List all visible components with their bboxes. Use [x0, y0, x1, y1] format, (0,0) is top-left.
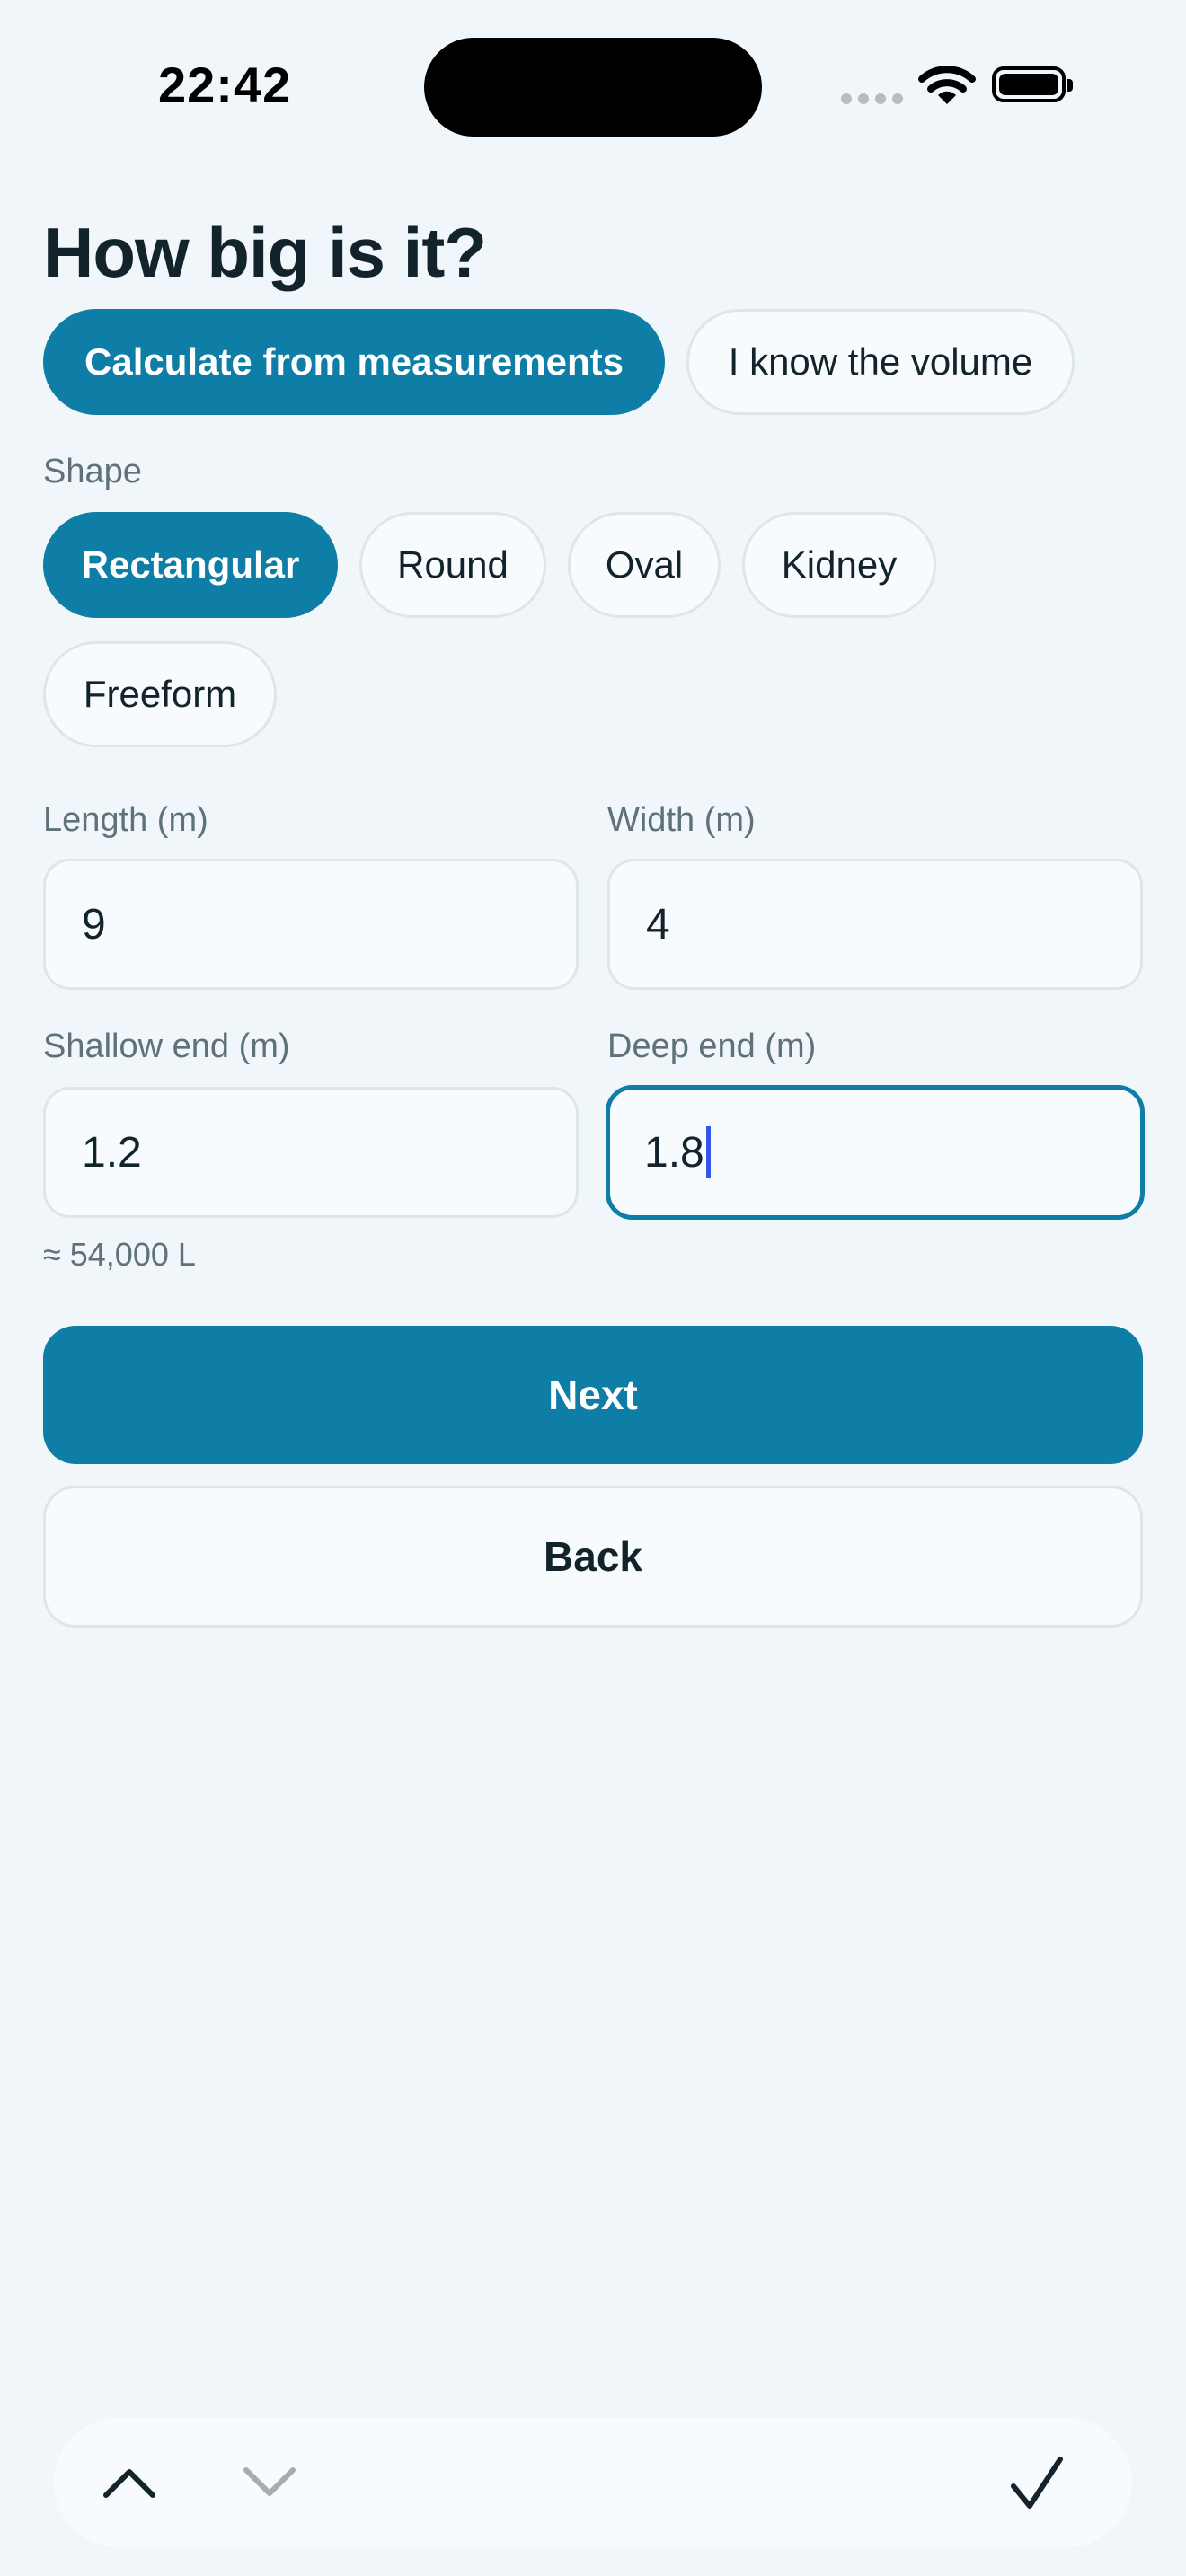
length-input[interactable]: 9: [43, 859, 579, 990]
status-time: 22:42: [158, 57, 292, 113]
mode-measurements-button[interactable]: Calculate from measurements: [43, 309, 665, 415]
volume-estimate: ≈ 54,000 L: [43, 1236, 196, 1273]
deep-end-label: Deep end (m): [607, 1028, 817, 1065]
chevron-up-icon: [103, 2469, 155, 2498]
cellular-signal-icon: [841, 93, 903, 104]
deep-end-input[interactable]: 1.8: [606, 1085, 1145, 1220]
page-title: How big is it?: [43, 213, 487, 292]
keyboard-toolbar: [54, 2418, 1132, 2547]
mode-volume-button[interactable]: I know the volume: [686, 309, 1075, 415]
shape-option-kidney[interactable]: Kidney: [742, 512, 936, 618]
width-value: 4: [646, 900, 670, 948]
chevron-down-icon: [243, 2467, 296, 2496]
width-input[interactable]: 4: [607, 859, 1143, 990]
next-button[interactable]: Next: [43, 1326, 1143, 1464]
previous-field-button[interactable]: [75, 2418, 183, 2547]
deep-end-value: 1.8: [644, 1128, 704, 1177]
battery-icon: [992, 66, 1073, 102]
done-button[interactable]: [983, 2418, 1091, 2547]
length-value: 9: [82, 900, 106, 948]
dynamic-island: [424, 38, 762, 137]
shape-option-freeform[interactable]: Freeform: [43, 641, 277, 747]
shallow-end-value: 1.2: [82, 1128, 142, 1177]
shallow-end-label: Shallow end (m): [43, 1028, 290, 1065]
shape-option-oval[interactable]: Oval: [568, 512, 721, 618]
shape-option-round[interactable]: Round: [359, 512, 546, 618]
checkmark-icon: [1011, 2457, 1063, 2509]
next-field-button[interactable]: [216, 2418, 323, 2547]
shape-option-rectangular[interactable]: Rectangular: [43, 512, 338, 618]
length-label: Length (m): [43, 801, 208, 839]
back-button[interactable]: Back: [43, 1486, 1143, 1628]
status-bar: 22:42: [0, 0, 1186, 180]
width-label: Width (m): [607, 801, 756, 839]
shape-label: Shape: [43, 453, 142, 490]
wifi-icon: [918, 66, 976, 104]
text-caret: [705, 1126, 711, 1178]
shallow-end-input[interactable]: 1.2: [43, 1087, 579, 1218]
